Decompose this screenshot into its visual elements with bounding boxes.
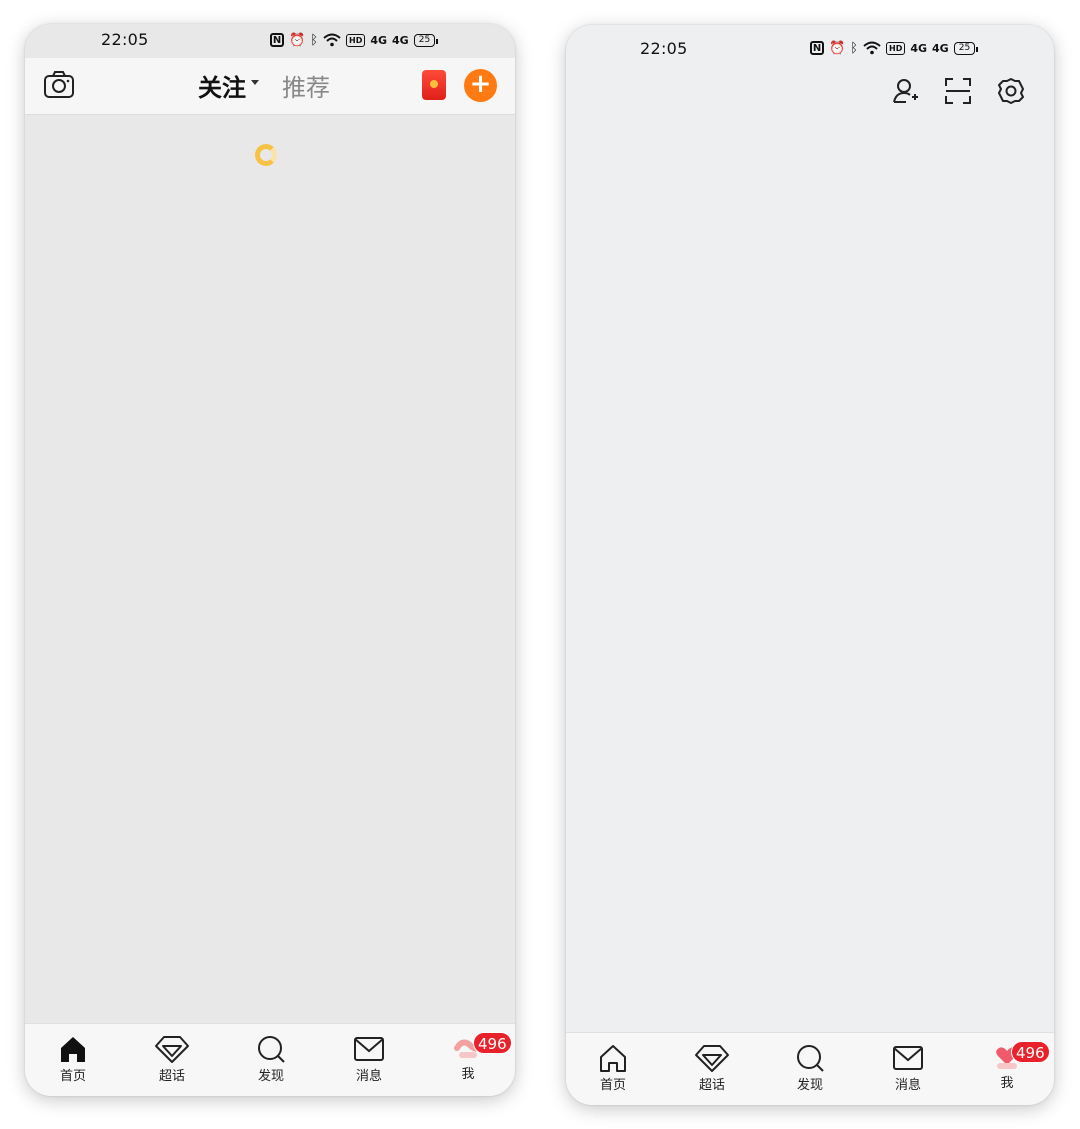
notification-badge: 496	[473, 1032, 512, 1054]
tab-follow[interactable]: 关注	[198, 68, 246, 105]
nfc-icon: N	[810, 41, 824, 55]
home-header: 关注 推荐 +	[25, 58, 515, 115]
nav-supertopic-label: 超话	[698, 1078, 725, 1093]
scan-icon[interactable]	[944, 77, 972, 105]
status-time: 22:05	[640, 39, 688, 58]
camera-icon[interactable]	[43, 70, 75, 100]
diamond-icon	[695, 1045, 729, 1072]
nav-home-label: 首页	[59, 1069, 86, 1084]
alarm-icon: ⏰	[289, 32, 306, 48]
bottom-nav: 首页 超话 发现 消息 我 496	[25, 1023, 515, 1096]
nav-discover-label: 发现	[257, 1069, 284, 1084]
nav-home[interactable]: 首页	[583, 1043, 643, 1093]
nfc-icon: N	[270, 33, 284, 47]
nav-home-label: 首页	[599, 1078, 626, 1093]
status-bar: 22:05 N ⏰ ᛒ HD 4G 4G 25	[566, 25, 1054, 59]
nav-messages[interactable]: 消息	[339, 1034, 399, 1084]
signal-icon: 4G	[932, 41, 949, 55]
status-icons: N ⏰ ᛒ HD 4G 4G 25	[270, 31, 439, 49]
status-time: 22:05	[101, 30, 149, 49]
nav-messages[interactable]: 消息	[878, 1043, 938, 1093]
gear-icon[interactable]	[997, 77, 1025, 105]
chevron-down-icon[interactable]	[251, 80, 259, 85]
phone-screen-profile: 22:05 N ⏰ ᛒ HD 4G 4G 25 首页 超话 发现 消息 我 49…	[566, 25, 1054, 1105]
tab-recommend[interactable]: 推荐	[282, 68, 330, 103]
hd-icon: HD	[886, 41, 906, 55]
nav-discover[interactable]: 发现	[241, 1034, 301, 1084]
nav-messages-label: 消息	[355, 1069, 382, 1084]
bluetooth-icon: ᛒ	[850, 40, 858, 56]
mail-icon	[354, 1037, 384, 1061]
signal-icon: 4G	[392, 33, 409, 47]
phone-screen-home: 22:05 N ⏰ ᛒ HD 4G 4G 25 关注 推荐 + 首页 超话 发现…	[25, 24, 515, 1096]
wifi-icon	[863, 41, 881, 55]
loading-spinner	[255, 144, 277, 166]
nav-home[interactable]: 首页	[43, 1034, 103, 1084]
nav-supertopic[interactable]: 超话	[682, 1043, 742, 1093]
nav-me[interactable]: 我 496	[977, 1041, 1050, 1091]
nav-supertopic[interactable]: 超话	[142, 1034, 202, 1084]
nav-me-label: 我	[1000, 1076, 1014, 1091]
nav-messages-label: 消息	[894, 1078, 921, 1093]
nav-supertopic-label: 超话	[158, 1069, 185, 1084]
wifi-icon	[323, 33, 341, 47]
signal-icon: 4G	[910, 41, 928, 55]
battery-icon: 25	[413, 33, 439, 47]
home-icon	[600, 1045, 626, 1072]
search-icon	[258, 1036, 285, 1063]
nav-discover[interactable]: 发现	[780, 1043, 840, 1093]
mail-icon	[893, 1046, 923, 1070]
alarm-icon: ⏰	[829, 40, 846, 56]
nav-me[interactable]: 我 496	[438, 1032, 512, 1082]
signal-icon: 4G	[370, 33, 388, 47]
tab-follow-label: 关注	[198, 74, 246, 102]
notification-badge: 496	[1011, 1041, 1050, 1063]
bluetooth-icon: ᛒ	[310, 32, 318, 48]
add-friend-icon[interactable]	[892, 77, 920, 105]
hd-icon: HD	[346, 33, 366, 47]
nav-me-label: 我	[461, 1067, 475, 1082]
nav-discover-label: 发现	[796, 1078, 823, 1093]
status-bar: 22:05 N ⏰ ᛒ HD 4G 4G 25	[25, 24, 515, 58]
status-icons: N ⏰ ᛒ HD 4G 4G 25	[810, 39, 979, 57]
bottom-nav: 首页 超话 发现 消息 我 496	[566, 1032, 1054, 1105]
battery-icon: 25	[953, 41, 979, 55]
red-packet-icon[interactable]	[422, 70, 446, 100]
diamond-icon	[155, 1036, 189, 1063]
search-icon	[797, 1045, 824, 1072]
home-icon	[61, 1037, 85, 1062]
compose-button[interactable]: +	[464, 69, 497, 102]
